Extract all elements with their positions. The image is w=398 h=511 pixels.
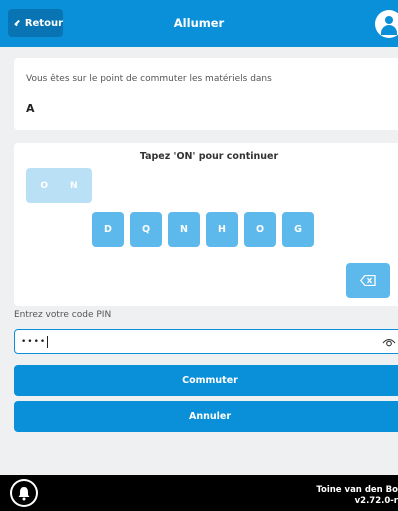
letter-key-h[interactable]: H [206, 212, 238, 247]
eye-icon[interactable] [382, 336, 396, 348]
annuler-button[interactable]: Annuler [14, 401, 398, 432]
commuter-button[interactable]: Commuter [14, 365, 398, 396]
captcha-card: Tapez 'ON' pour continuer O N D Q N H O … [14, 143, 398, 306]
pin-value: •••• [21, 336, 47, 347]
letter-key-q[interactable]: Q [130, 212, 162, 247]
typed-letter: O [40, 180, 49, 191]
app-header: Retour Allumer [0, 0, 398, 47]
footer-user-info: Toine van den Bo v2.72.0-r [316, 485, 398, 507]
info-value: A [26, 102, 35, 115]
page-title: Allumer [173, 16, 225, 30]
bell-icon [18, 486, 30, 500]
user-icon[interactable] [375, 10, 398, 38]
pin-label: Entrez votre code PIN [14, 310, 112, 320]
app-version: v2.72.0-r [354, 496, 398, 506]
typed-letters-display: O N [26, 168, 92, 203]
info-message: Vous êtes sur le point de commuter les m… [26, 74, 272, 84]
notifications-button[interactable] [10, 479, 38, 507]
app-footer: Toine van den Bo v2.72.0-r [0, 475, 398, 511]
letter-keypad: D Q N H O G [92, 212, 314, 247]
info-card: Vous êtes sur le point de commuter les m… [14, 58, 398, 130]
user-name: Toine van den Bo [316, 485, 398, 495]
letter-key-d[interactable]: D [92, 212, 124, 247]
pin-input[interactable]: •••• [14, 329, 398, 354]
backspace-button[interactable] [346, 263, 390, 298]
captcha-instruction: Tapez 'ON' pour continuer [139, 151, 279, 162]
letter-key-o[interactable]: O [244, 212, 276, 247]
text-caret [47, 335, 49, 348]
typed-letter: N [70, 180, 78, 191]
letter-key-g[interactable]: G [282, 212, 314, 247]
letter-key-n[interactable]: N [168, 212, 200, 247]
backspace-icon [360, 275, 376, 286]
